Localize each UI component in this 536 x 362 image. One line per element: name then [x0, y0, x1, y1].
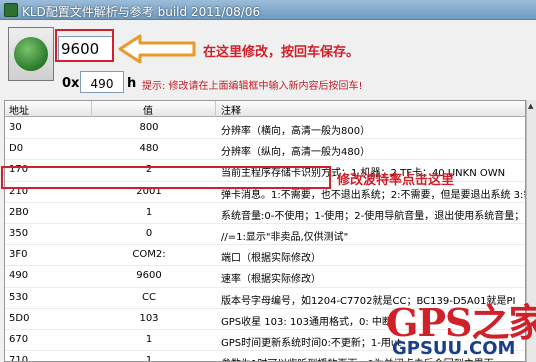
cell-address: 710 — [9, 355, 29, 362]
cell-note: GPS时间更新系统时间0:不更新；1-用ut — [221, 337, 402, 349]
cell-value: 9600 — [136, 270, 162, 282]
cell-address: 2B0 — [9, 206, 29, 218]
cell-value: 1 — [145, 355, 153, 362]
cell-address: 30 — [9, 122, 22, 133]
cell-value: 800 — [139, 122, 159, 133]
baud-row-highlight-box — [1, 166, 331, 189]
cell-value: 1 — [145, 333, 153, 345]
column-header-value[interactable]: 值 — [143, 102, 153, 117]
logo-circle-icon — [14, 37, 48, 71]
cell-note: 系统音量:0-不使用；1-使用；2-使用导航音量，退出使用系统音量；3-导 — [221, 210, 526, 222]
cell-note: 速率（根据实际修改） — [221, 274, 321, 286]
hint-text: 提示: 修改请在上面编辑框中输入新内容后按回车! — [142, 81, 363, 92]
cell-note: 端口（根据实际修改） — [221, 253, 321, 265]
watermark: GPS之家 GPSUU.COM — [380, 290, 536, 362]
cell-address: 3F0 — [9, 249, 28, 261]
value-highlight-box — [55, 29, 114, 62]
watermark-url: GPSUU.COM — [392, 338, 516, 359]
column-divider[interactable] — [91, 101, 92, 117]
cell-value: 103 — [139, 312, 159, 324]
app-icon — [4, 3, 18, 17]
cell-address: 350 — [9, 227, 29, 239]
table-row[interactable]: 2B0 1 系统音量:0-不使用；1-使用；2-使用导航音量，退出使用系统音量；3-… — [5, 203, 526, 224]
cell-address: D0 — [9, 143, 24, 155]
editor-panel: 在这里修改，按回车保存。 0x h 提示: 修改请在上面编辑框中输入新内容后按回… — [0, 20, 536, 100]
table-header: 地址 值 注释 — [5, 101, 525, 117]
annotation-edit-here: 在这里修改，按回车保存。 — [203, 45, 360, 60]
window-title: KLD配置文件解析与参考 build 2011/08/06 — [22, 5, 261, 19]
app-logo — [8, 27, 54, 81]
cell-value: COM2: — [132, 249, 166, 261]
hex-suffix-label: h — [127, 76, 137, 91]
scroll-up-icon[interactable]: ▲ — [528, 102, 536, 110]
address-input[interactable] — [80, 71, 124, 93]
cell-value: CC — [142, 291, 156, 303]
cell-note: //=1:显示"非卖品,仅供测试" — [221, 231, 349, 243]
cell-note: 分辨率（纵向，高清一般为480） — [221, 147, 371, 159]
cell-value: 1 — [145, 206, 153, 218]
cell-value: 0 — [145, 227, 153, 239]
table-row[interactable]: D0 480 分辨率（纵向，高清一般为480） — [5, 139, 525, 161]
table-row[interactable]: 490 9600 速率（根据实际修改） — [5, 266, 525, 288]
column-divider[interactable] — [215, 101, 216, 117]
cell-value: 480 — [139, 143, 159, 155]
annotation-click-here: 修改波特率点击这里 — [337, 173, 455, 188]
hex-prefix-label: 0x — [62, 76, 80, 91]
cell-address: 670 — [9, 333, 29, 345]
app-window: KLD配置文件解析与参考 build 2011/08/06 在这里修改，按回车保… — [0, 0, 536, 362]
cell-address: 5D0 — [9, 312, 30, 324]
table-row[interactable]: 30 800 分辨率（横向，高清一般为800） — [5, 118, 525, 140]
cell-address: 490 — [9, 270, 29, 282]
column-header-address[interactable]: 地址 — [9, 102, 29, 117]
cell-address: 530 — [9, 291, 29, 303]
cell-note: 分辨率（横向，高清一般为800） — [221, 126, 371, 137]
cell-note: GPS收星 103: 103通用格式，0: 中断， — [221, 316, 402, 328]
left-arrow-icon — [118, 34, 196, 64]
table-row[interactable]: 350 0 //=1:显示"非卖品,仅供测试" — [5, 224, 525, 246]
title-bar[interactable]: KLD配置文件解析与参考 build 2011/08/06 — [0, 0, 536, 20]
column-header-note[interactable]: 注释 — [221, 102, 241, 117]
table-row[interactable]: 3F0 COM2: 端口（根据实际修改） — [5, 245, 525, 267]
